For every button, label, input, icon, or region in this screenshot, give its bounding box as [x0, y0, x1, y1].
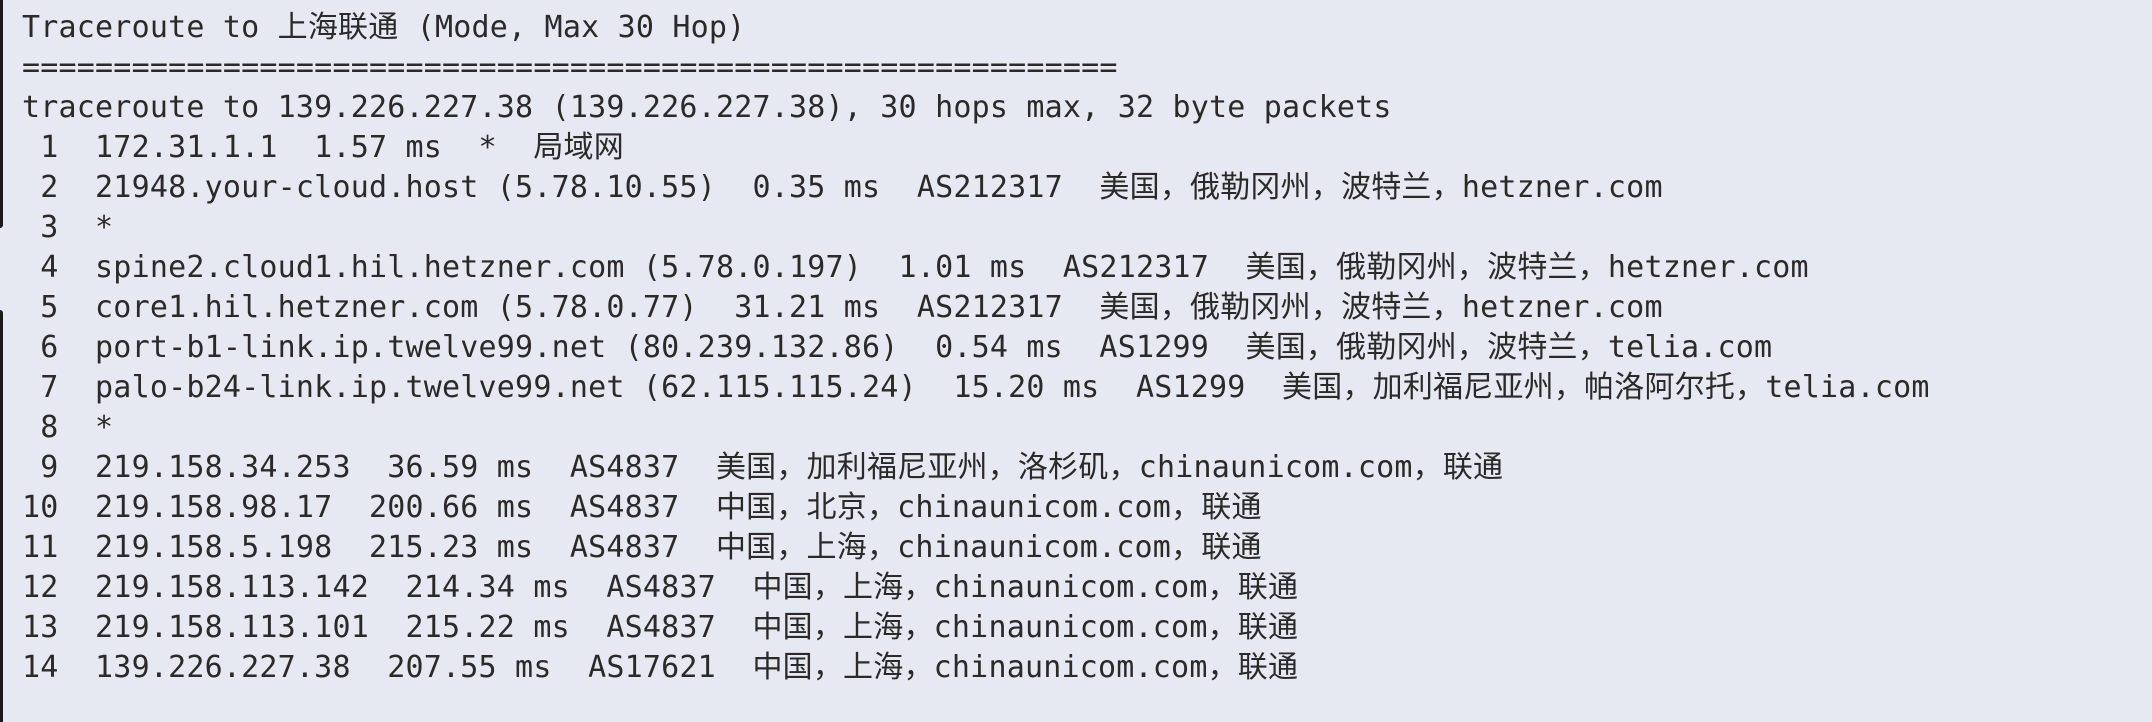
traceroute-header: traceroute to 139.226.227.38 (139.226.22… [22, 90, 1392, 125]
hop-line: 1 172.31.1.1 1.57 ms * 局域网 [22, 130, 624, 165]
traceroute-title: Traceroute to 上海联通 (Mode, Max 30 Hop) [22, 10, 746, 45]
hop-line: 3 * [22, 210, 114, 245]
hop-line: 8 * [22, 410, 114, 445]
hop-line: 5 core1.hil.hetzner.com (5.78.0.77) 31.2… [22, 290, 1663, 325]
hop-line: 10 219.158.98.17 200.66 ms AS4837 中国，北京，… [22, 490, 1262, 525]
hop-line: 9 219.158.34.253 36.59 ms AS4837 美国，加利福尼… [22, 450, 1504, 485]
hop-line: 6 port-b1-link.ip.twelve99.net (80.239.1… [22, 330, 1773, 365]
hop-line: 11 219.158.5.198 215.23 ms AS4837 中国，上海，… [22, 530, 1262, 565]
window-edge [0, 310, 3, 722]
hop-line: 4 spine2.cloud1.hil.hetzner.com (5.78.0.… [22, 250, 1809, 285]
terminal-output: Traceroute to 上海联通 (Mode, Max 30 Hop) ==… [0, 0, 2152, 722]
hop-line: 14 139.226.227.38 207.55 ms AS17621 中国，上… [22, 650, 1299, 685]
hop-line: 13 219.158.113.101 215.22 ms AS4837 中国，上… [22, 610, 1299, 645]
hop-line: 2 21948.your-cloud.host (5.78.10.55) 0.3… [22, 170, 1663, 205]
hop-line: 12 219.158.113.142 214.34 ms AS4837 中国，上… [22, 570, 1299, 605]
window-edge [0, 0, 3, 228]
hop-line: 7 palo-b24-link.ip.twelve99.net (62.115.… [22, 370, 1930, 405]
separator-line: ========================================… [22, 50, 1118, 85]
